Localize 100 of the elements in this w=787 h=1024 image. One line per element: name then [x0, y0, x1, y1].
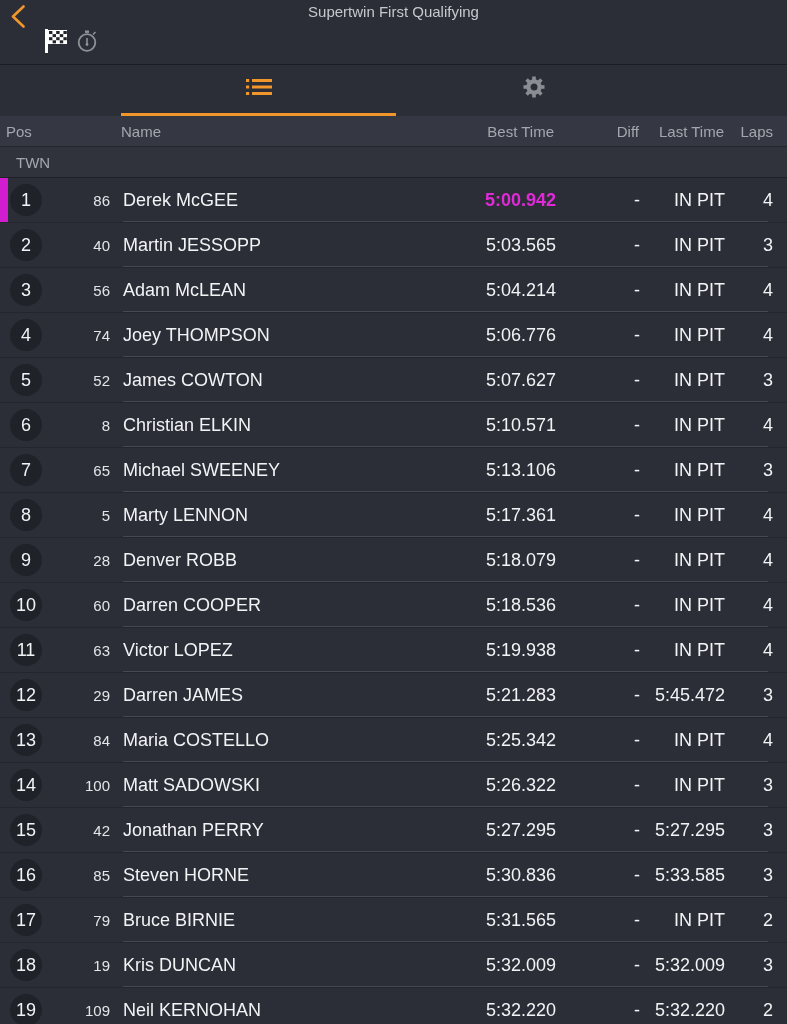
- rider-name: Maria COSTELLO: [122, 729, 271, 751]
- lap-count: 4: [762, 189, 773, 211]
- rider-name: Joey THOMPSON: [122, 324, 271, 346]
- position-badge: 15: [10, 814, 42, 846]
- rider-name: Darren COOPER: [122, 594, 263, 616]
- diff-value: -: [633, 369, 641, 391]
- position-badge: 16: [10, 859, 42, 891]
- rider-number: 65: [92, 461, 110, 479]
- rider-name: Christian ELKIN: [122, 414, 253, 436]
- lap-count: 2: [762, 909, 773, 931]
- rider-number: 60: [92, 596, 110, 614]
- rider-number: 85: [92, 866, 110, 884]
- last-time: IN PIT: [673, 369, 725, 391]
- diff-value: -: [633, 684, 641, 706]
- rider-number: 74: [92, 326, 110, 344]
- position-badge: 9: [10, 544, 42, 576]
- position-badge: 7: [10, 454, 42, 486]
- last-time: 5:45.472: [653, 684, 725, 706]
- rider-name: Martin JESSOPP: [122, 234, 263, 256]
- best-time: 5:26.322: [484, 774, 556, 796]
- column-header: Best Time: [486, 122, 555, 140]
- rider-number: 63: [92, 641, 110, 659]
- rider-number: 42: [92, 821, 110, 839]
- best-time: 5:06.776: [484, 324, 556, 346]
- list-icon: [245, 78, 272, 96]
- diff-value: -: [633, 639, 641, 661]
- diff-value: -: [633, 864, 641, 886]
- result-row[interactable]: 1 86 Derek McGEE 5:00.942 - IN PIT 4: [0, 178, 787, 223]
- best-time: 5:10.571: [484, 414, 556, 436]
- lap-count: 3: [762, 234, 773, 256]
- position-badge: 10: [10, 589, 42, 621]
- position-badge: 3: [10, 274, 42, 306]
- lap-count: 4: [762, 639, 773, 661]
- rider-number: 19: [92, 956, 110, 974]
- position-badge: 17: [10, 904, 42, 936]
- lap-count: 4: [762, 279, 773, 301]
- diff-value: -: [633, 504, 641, 526]
- position-badge: 12: [10, 679, 42, 711]
- best-time: 5:07.627: [484, 369, 556, 391]
- diff-value: -: [633, 189, 641, 211]
- lap-count: 3: [762, 459, 773, 481]
- diff-value: -: [633, 279, 641, 301]
- best-time: 5:21.283: [484, 684, 556, 706]
- settings-icon: [522, 76, 545, 98]
- lap-count: 4: [762, 729, 773, 751]
- last-time: 5:32.009: [653, 954, 725, 976]
- best-time: 5:25.342: [484, 729, 556, 751]
- rider-number: 52: [92, 371, 110, 389]
- best-time: 5:00.942: [483, 189, 556, 211]
- best-time: 5:32.220: [484, 999, 556, 1021]
- last-time: IN PIT: [673, 459, 725, 481]
- rider-name: Derek McGEE: [122, 189, 240, 211]
- last-time: IN PIT: [673, 549, 725, 571]
- diff-value: -: [633, 954, 641, 976]
- stopwatch-icon[interactable]: [77, 30, 98, 52]
- rider-number: 109: [83, 1001, 110, 1019]
- rider-number: 8: [100, 416, 110, 434]
- diff-value: -: [633, 234, 641, 256]
- chevron-left-icon: [10, 5, 26, 28]
- best-time: 5:03.565: [484, 234, 556, 256]
- rider-number: 100: [83, 776, 110, 794]
- diff-value: -: [633, 414, 641, 436]
- position-badge: 1: [10, 184, 42, 216]
- rider-name: Steven HORNE: [122, 864, 251, 886]
- last-time: 5:27.295: [653, 819, 725, 841]
- position-badge: 13: [10, 724, 42, 756]
- rider-number: 40: [92, 236, 110, 254]
- position-badge: 18: [10, 949, 42, 981]
- diff-value: -: [633, 819, 641, 841]
- last-time: 5:32.220: [653, 999, 725, 1021]
- rider-name: Darren JAMES: [122, 684, 245, 706]
- diff-value: -: [633, 909, 641, 931]
- column-header: Last Time: [657, 122, 725, 140]
- rider-number: 86: [92, 191, 110, 209]
- rider-name: Marty LENNON: [122, 504, 249, 526]
- best-time: 5:27.295: [484, 819, 556, 841]
- best-time: 5:18.536: [484, 594, 556, 616]
- back-button[interactable]: [10, 5, 26, 28]
- position-badge: 6: [10, 409, 42, 441]
- last-time: IN PIT: [673, 189, 725, 211]
- last-time: IN PIT: [673, 504, 725, 526]
- diff-value: -: [633, 324, 641, 346]
- best-time: 5:13.106: [484, 459, 556, 481]
- diff-value: -: [633, 774, 641, 796]
- position-badge: 11: [10, 634, 42, 666]
- last-time: IN PIT: [673, 594, 725, 616]
- lap-count: 3: [762, 684, 773, 706]
- rider-name: Adam McLEAN: [122, 279, 248, 301]
- position-badge: 19: [10, 994, 42, 1024]
- checkered-flag-icon[interactable]: [45, 29, 67, 53]
- best-time: 5:19.938: [484, 639, 556, 661]
- lap-count: 3: [762, 369, 773, 391]
- position-badge: 4: [10, 319, 42, 351]
- column-header: Pos: [5, 122, 33, 140]
- last-time: IN PIT: [673, 324, 725, 346]
- position-badge: 8: [10, 499, 42, 531]
- rider-number: 28: [92, 551, 110, 569]
- rider-number: 84: [92, 731, 110, 749]
- rider-name: Victor LOPEZ: [122, 639, 234, 661]
- rider-number: 29: [92, 686, 110, 704]
